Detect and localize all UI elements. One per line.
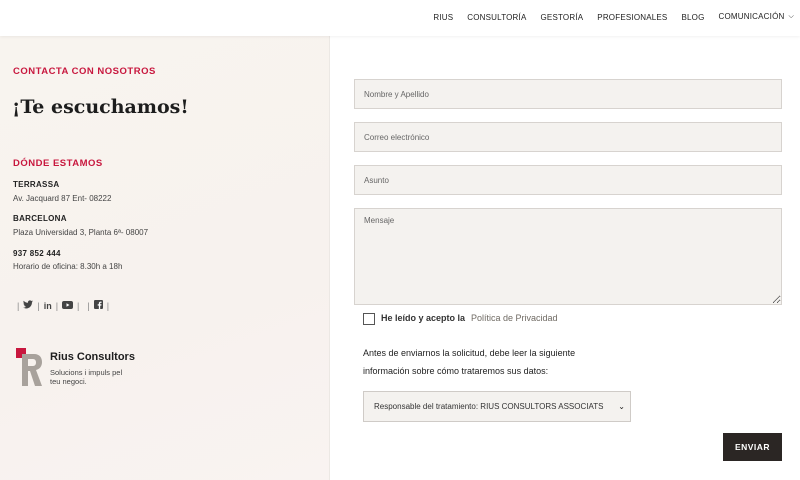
office-address-terrassa: Av. Jacquard 87 Ent- 08222 <box>13 194 112 203</box>
nav-comunicacion-label: COMUNICACIÓN <box>718 12 785 21</box>
divider: | <box>77 300 80 311</box>
page-title: ¡Te escuchamos! <box>12 96 189 118</box>
office-hours: Horario de oficina: 8.30h a 18h <box>13 262 123 271</box>
privacy-info-line-1: Antes de enviarnos la solicitud, debe le… <box>363 348 576 358</box>
data-controller-select[interactable]: Responsable del tratamiento: RIUS CONSUL… <box>363 391 631 422</box>
locations-title: DÓNDE ESTAMOS <box>13 158 103 169</box>
nav-item-gestoria[interactable]: GESTORÍA <box>541 13 584 22</box>
nav-item-consultoria[interactable]: CONSULTORÍA <box>467 13 526 22</box>
privacy-info-line-2: información sobre cómo trataremos sus da… <box>363 366 549 376</box>
social-links: | | in | | | | <box>13 300 113 311</box>
contact-info-panel: CONTACTA CON NOSOTROS ¡Te escuchamos! DÓ… <box>0 36 330 480</box>
nav-item-profesionales[interactable]: PROFESIONALES <box>597 13 667 22</box>
name-input[interactable] <box>354 79 782 109</box>
divider: | <box>106 300 110 311</box>
logo-tagline: Solucions i impuls pel teu negoci. <box>50 368 123 386</box>
twitter-icon[interactable] <box>23 300 34 311</box>
subject-input[interactable] <box>354 165 782 195</box>
contact-kicker: CONTACTA CON NOSOTROS <box>13 66 156 77</box>
phone-number: 937 852 444 <box>13 249 61 258</box>
select-value: Responsable del tratamiento: RIUS CONSUL… <box>374 402 604 411</box>
facebook-icon[interactable] <box>93 300 103 311</box>
logo-mark-icon <box>16 348 42 386</box>
privacy-policy-link[interactable]: Política de Privacidad <box>471 313 558 323</box>
consent-label: He leído y acepto la <box>381 313 466 323</box>
top-navigation-bar: RIUS CONSULTORÍA GESTORÍA PROFESIONALES … <box>0 0 800 36</box>
logo-name: Rius Consultors <box>50 351 135 363</box>
divider: | <box>55 300 59 311</box>
linkedin-icon[interactable]: in <box>44 301 52 311</box>
submit-button[interactable]: ENVIAR <box>723 433 782 461</box>
divider: | <box>17 300 20 311</box>
youtube-icon[interactable] <box>62 300 74 311</box>
chevron-down-icon: ⌄ <box>615 402 625 411</box>
divider: | <box>87 300 90 311</box>
nav-item-blog[interactable]: BLOG <box>681 13 704 22</box>
email-input[interactable] <box>354 122 782 152</box>
office-address-barcelona: Plaza Universidad 3, Planta 6ª- 08007 <box>13 228 149 237</box>
nav-item-rius[interactable]: RIUS <box>433 13 453 22</box>
main-nav: RIUS CONSULTORÍA GESTORÍA PROFESIONALES … <box>419 12 794 22</box>
office-city-terrassa: TERRASSA <box>13 180 60 189</box>
nav-item-comunicacion[interactable]: COMUNICACIÓN ⌵ <box>719 12 794 22</box>
office-city-barcelona: BARCELONA <box>13 214 67 223</box>
chevron-down-icon: ⌵ <box>788 13 794 20</box>
divider: | <box>37 300 40 311</box>
brand-logo[interactable]: Rius Consultors Solucions i impuls pel t… <box>14 348 144 398</box>
message-textarea[interactable] <box>354 208 782 305</box>
privacy-consent-checkbox[interactable] <box>363 313 375 325</box>
